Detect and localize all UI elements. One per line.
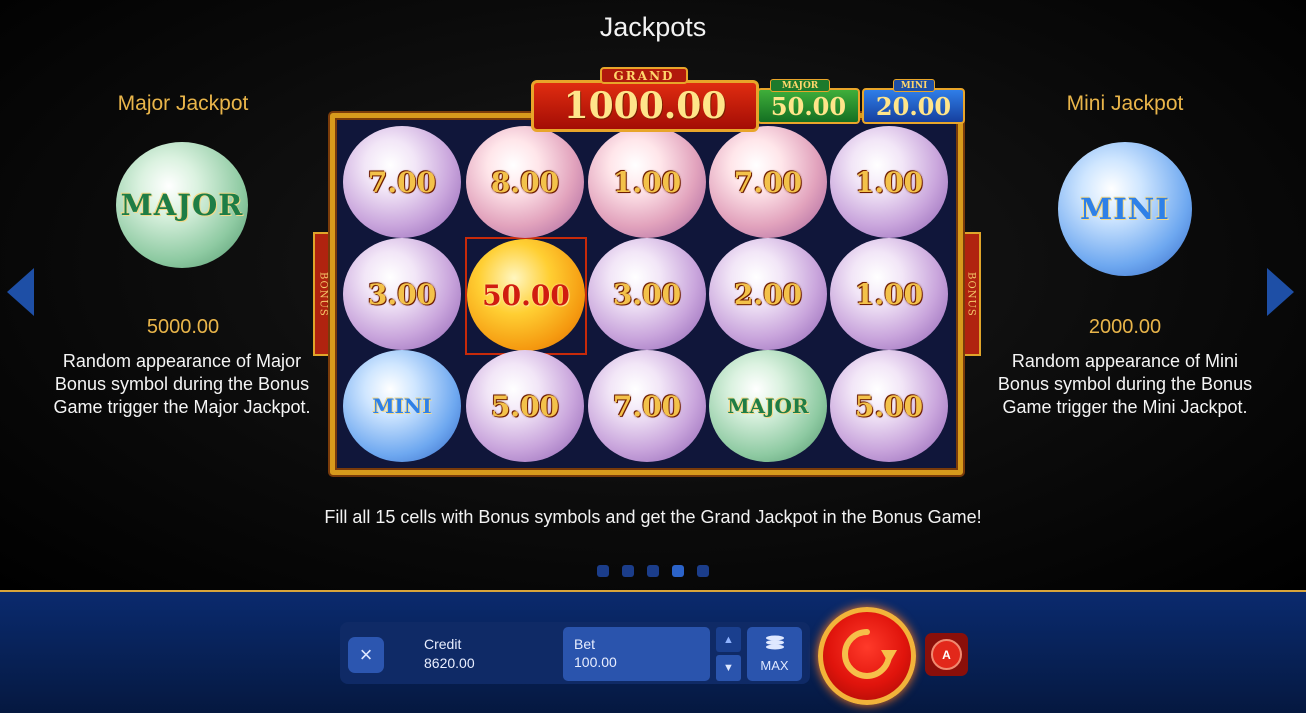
bonus-tab-label: BONUS bbox=[965, 271, 977, 317]
mini-orb-icon: MINI bbox=[1058, 142, 1192, 276]
bet-value: 100.00 bbox=[574, 654, 617, 670]
cell-value: 1.00 bbox=[612, 165, 682, 199]
cell-value: 50.00 bbox=[482, 278, 570, 312]
cell-value: 5.00 bbox=[854, 389, 924, 423]
cell-value: 7.00 bbox=[733, 165, 803, 199]
mini-orb-label: MINI bbox=[1080, 192, 1170, 226]
page-dot[interactable] bbox=[622, 565, 634, 577]
cell-value: 8.00 bbox=[490, 165, 560, 199]
major-meter-tag: MAJOR bbox=[770, 79, 830, 92]
grid-cell-mini: MINI bbox=[343, 350, 461, 462]
grid-cell: 5.00 bbox=[830, 350, 948, 462]
page-dot[interactable] bbox=[697, 565, 709, 577]
cell-value: 3.00 bbox=[367, 277, 437, 311]
next-page-arrow-icon[interactable] bbox=[1267, 268, 1294, 316]
chevron-down-icon: ▼ bbox=[723, 662, 734, 674]
cell-value: 1.00 bbox=[854, 277, 924, 311]
grid-cell: 7.00 bbox=[709, 126, 827, 238]
grid-cell: 1.00 bbox=[830, 238, 948, 350]
cell-major-label: MAJOR bbox=[727, 394, 809, 418]
autoplay-icon: A bbox=[931, 639, 962, 670]
major-jackpot-amount: 5000.00 bbox=[146, 316, 220, 338]
game-stage: Jackpots Major Jackpot MAJOR 5000.00 Ran… bbox=[0, 0, 1306, 590]
max-label: MAX bbox=[760, 658, 789, 673]
autoplay-label: A bbox=[942, 647, 951, 662]
grid-cell-grand-bonus: 50.00 bbox=[467, 239, 585, 351]
grid-cell: 8.00 bbox=[466, 126, 584, 238]
coins-stack-icon bbox=[764, 635, 786, 655]
credit-label: Credit bbox=[424, 636, 462, 652]
bonus-side-tab-right: BONUS bbox=[961, 232, 981, 356]
grand-jackpot-meter: 1000.00 bbox=[531, 80, 759, 132]
major-jackpot-description: Random appearance of Major Bonus symbol … bbox=[53, 351, 311, 417]
grand-meter-tag: GRAND bbox=[600, 67, 688, 84]
cell-value: 5.00 bbox=[490, 389, 560, 423]
mini-jackpot-description: Random appearance of Mini Bonus symbol d… bbox=[997, 351, 1253, 417]
autoplay-button[interactable]: A bbox=[925, 633, 968, 676]
chevron-up-icon: ▲ bbox=[723, 633, 734, 646]
pagination-dots bbox=[597, 565, 709, 577]
grid-cell: 7.00 bbox=[588, 350, 706, 462]
grid-cell: 5.00 bbox=[466, 350, 584, 462]
major-orb-label: MAJOR bbox=[120, 188, 244, 222]
mini-jackpot-amount: 2000.00 bbox=[1088, 316, 1162, 338]
cell-value: 7.00 bbox=[367, 165, 437, 199]
rules-footer-text: Fill all 15 cells with Bonus symbols and… bbox=[324, 507, 982, 527]
credit-value: 8620.00 bbox=[424, 655, 475, 671]
page-dot[interactable] bbox=[647, 565, 659, 577]
grid-cell: 3.00 bbox=[588, 238, 706, 350]
max-bet-button[interactable]: MAX bbox=[747, 627, 802, 681]
grid-cell: 1.00 bbox=[830, 126, 948, 238]
bet-label: Bet bbox=[574, 636, 596, 652]
cell-value: 7.00 bbox=[612, 389, 682, 423]
major-orb-icon: MAJOR bbox=[116, 142, 248, 268]
close-info-button[interactable]: × bbox=[348, 637, 384, 673]
major-jackpot-heading: Major Jackpot bbox=[117, 92, 249, 115]
cell-value: 3.00 bbox=[612, 277, 682, 311]
grid-cell: 1.00 bbox=[588, 126, 706, 238]
bet-decrease-button[interactable]: ▼ bbox=[716, 655, 741, 681]
page-dot-active[interactable] bbox=[672, 565, 684, 577]
grid-cell: 7.00 bbox=[343, 126, 461, 238]
mini-jackpot-meter: 20.00 bbox=[862, 88, 965, 124]
spin-button[interactable] bbox=[818, 607, 916, 705]
cell-value: 2.00 bbox=[733, 277, 803, 311]
close-icon: × bbox=[359, 642, 373, 667]
grid-cell: 2.00 bbox=[709, 238, 827, 350]
previous-page-arrow-icon[interactable] bbox=[7, 268, 34, 316]
page-dot[interactable] bbox=[597, 565, 609, 577]
bet-increase-button[interactable]: ▲ bbox=[716, 627, 741, 652]
mini-meter-tag: MINI bbox=[893, 79, 935, 92]
cell-mini-label: MINI bbox=[372, 394, 432, 418]
page-title: Jackpots bbox=[599, 12, 707, 42]
major-jackpot-meter: 50.00 bbox=[757, 88, 860, 124]
bonus-tab-label: BONUS bbox=[317, 271, 329, 317]
mini-jackpot-heading: Mini Jackpot bbox=[1066, 92, 1184, 115]
cell-value: 1.00 bbox=[854, 165, 924, 199]
grid-cell: 3.00 bbox=[343, 238, 461, 350]
grid-cell-major: MAJOR bbox=[709, 350, 827, 462]
spin-arrow-icon bbox=[835, 622, 899, 691]
